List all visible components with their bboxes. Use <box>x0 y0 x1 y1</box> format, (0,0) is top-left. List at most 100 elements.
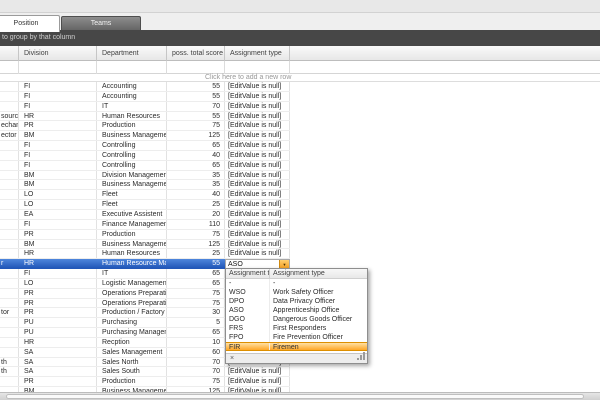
cell-score[interactable]: 55 <box>167 112 225 121</box>
table-row[interactable]: LO Fleet 25 [EditValue is null] <box>0 200 290 210</box>
horizontal-scrollbar[interactable] <box>0 392 600 400</box>
cell-score[interactable]: 65 <box>167 328 225 337</box>
cell-score[interactable]: 65 <box>167 269 225 278</box>
cell-position[interactable]: r <box>0 259 19 268</box>
column-header-score[interactable]: poss. total score <box>167 46 225 61</box>
cell-department[interactable]: IT <box>97 269 167 278</box>
table-row[interactable]: FI Accounting 55 [EditValue is null] <box>0 92 290 102</box>
cell-score[interactable]: 110 <box>167 220 225 229</box>
cell-department[interactable]: Accounting <box>97 92 167 101</box>
table-row[interactable]: FI Controlling 65 [EditValue is null] <box>0 141 290 151</box>
cell-score[interactable]: 5 <box>167 318 225 327</box>
cell-position[interactable] <box>0 161 19 170</box>
cell-department[interactable]: Production <box>97 230 167 239</box>
cell-position[interactable] <box>0 200 19 209</box>
cell-position[interactable] <box>0 220 19 229</box>
table-row[interactable]: BM Division Management 35 [EditValue is … <box>0 171 290 181</box>
cell-score[interactable]: 75 <box>167 121 225 130</box>
dropdown-item[interactable]: FPO Fire Prevention Officer <box>226 333 367 342</box>
table-row[interactable]: PR Production 75 [EditValue is null] <box>0 230 290 240</box>
cell-score[interactable]: 60 <box>167 348 225 357</box>
cell-score[interactable]: 75 <box>167 289 225 298</box>
cell-position[interactable] <box>0 92 19 101</box>
cell-score[interactable]: 65 <box>167 279 225 288</box>
dropdown-item[interactable]: FRS First Responders <box>226 324 367 333</box>
cell-position[interactable] <box>0 348 19 357</box>
cell-division[interactable]: LO <box>19 279 97 288</box>
cell-department[interactable]: Controlling <box>97 161 167 170</box>
resize-grip-icon[interactable] <box>357 352 365 362</box>
cell-department[interactable]: Purchasing <box>97 318 167 327</box>
cell-department[interactable]: Production <box>97 121 167 130</box>
filter-cell-division[interactable] <box>19 61 97 74</box>
cell-assignment[interactable]: [EditValue is null] <box>225 141 290 150</box>
cell-position[interactable] <box>0 82 19 91</box>
cell-department[interactable]: IT <box>97 102 167 111</box>
cell-assignment[interactable]: [EditValue is null] <box>225 131 290 140</box>
cell-division[interactable]: EA <box>19 210 97 219</box>
cell-division[interactable]: PR <box>19 230 97 239</box>
table-row[interactable]: FI Controlling 40 [EditValue is null] <box>0 151 290 161</box>
cell-assignment[interactable]: [EditValue is null] <box>225 92 290 101</box>
cell-assignment[interactable]: [EditValue is null] <box>225 190 290 199</box>
filter-cell-score[interactable] <box>167 61 225 74</box>
tab-position[interactable]: Position <box>0 15 60 32</box>
table-row[interactable]: FI Finance Management 110 [EditValue is … <box>0 220 290 230</box>
cell-position[interactable] <box>0 338 19 347</box>
cell-assignment[interactable]: [EditValue is null] <box>225 112 290 121</box>
cell-division[interactable]: FI <box>19 82 97 91</box>
table-row[interactable]: BM Business Management 35 [EditValue is … <box>0 180 290 190</box>
cell-division[interactable]: BM <box>19 131 97 140</box>
table-row[interactable]: FI IT 70 [EditValue is null] <box>0 102 290 112</box>
cell-position[interactable] <box>0 328 19 337</box>
cell-division[interactable]: LO <box>19 200 97 209</box>
cell-position[interactable] <box>0 377 19 386</box>
cell-department[interactable]: Human Resources <box>97 112 167 121</box>
cell-score[interactable]: 65 <box>167 141 225 150</box>
cell-division[interactable]: HR <box>19 249 97 258</box>
scrollbar-thumb[interactable] <box>6 394 584 399</box>
cell-division[interactable]: BM <box>19 180 97 189</box>
cell-assignment[interactable]: [EditValue is null] <box>225 171 290 180</box>
table-row[interactable]: echan... PR Production 75 [EditValue is … <box>0 121 290 131</box>
cell-division[interactable]: HR <box>19 112 97 121</box>
cell-division[interactable]: PR <box>19 299 97 308</box>
cell-department[interactable]: Finance Management <box>97 220 167 229</box>
cell-department[interactable]: Business Management <box>97 240 167 249</box>
cell-score[interactable]: 55 <box>167 82 225 91</box>
cell-department[interactable]: Human Resources <box>97 249 167 258</box>
cell-position[interactable] <box>0 180 19 189</box>
dropdown-header-code[interactable]: Assignment ty... <box>226 269 270 279</box>
cell-division[interactable]: FI <box>19 102 97 111</box>
cell-department[interactable]: Production <box>97 377 167 386</box>
cell-assignment[interactable]: [EditValue is null] <box>225 102 290 111</box>
table-row[interactable]: sourc... HR Human Resources 55 [EditValu… <box>0 112 290 122</box>
cell-department[interactable]: Logistic Management <box>97 279 167 288</box>
dropdown-header-name[interactable]: Assignment type <box>270 269 367 279</box>
cell-score[interactable]: 40 <box>167 190 225 199</box>
cell-division[interactable]: LO <box>19 190 97 199</box>
dropdown-item[interactable]: FIR Firemen <box>226 342 367 351</box>
cell-assignment[interactable]: [EditValue is null] <box>225 200 290 209</box>
cell-score[interactable]: 75 <box>167 230 225 239</box>
cell-department[interactable]: Executive Assistent <box>97 210 167 219</box>
dropdown-item[interactable]: - - <box>226 279 367 288</box>
cell-position[interactable] <box>0 318 19 327</box>
cell-division[interactable]: BM <box>19 171 97 180</box>
cell-division[interactable]: PR <box>19 377 97 386</box>
cell-assignment[interactable]: [EditValue is null] <box>225 249 290 258</box>
cell-score[interactable]: 10 <box>167 338 225 347</box>
column-header-assignment[interactable]: Assignment type <box>225 46 290 61</box>
cell-score[interactable]: 55 <box>167 92 225 101</box>
cell-department[interactable]: Purchasing Management <box>97 328 167 337</box>
cell-position[interactable] <box>0 102 19 111</box>
cell-score[interactable]: 70 <box>167 358 225 367</box>
table-row[interactable]: FI Controlling 65 [EditValue is null] <box>0 161 290 171</box>
clear-button[interactable]: × <box>230 354 234 363</box>
cell-division[interactable]: FI <box>19 141 97 150</box>
cell-division[interactable]: PR <box>19 289 97 298</box>
cell-position[interactable] <box>0 240 19 249</box>
cell-department[interactable]: Operations Preparation <box>97 289 167 298</box>
dropdown-item[interactable]: ASO Apprenticeship Office <box>226 306 367 315</box>
column-header-division[interactable]: Division <box>19 46 97 61</box>
